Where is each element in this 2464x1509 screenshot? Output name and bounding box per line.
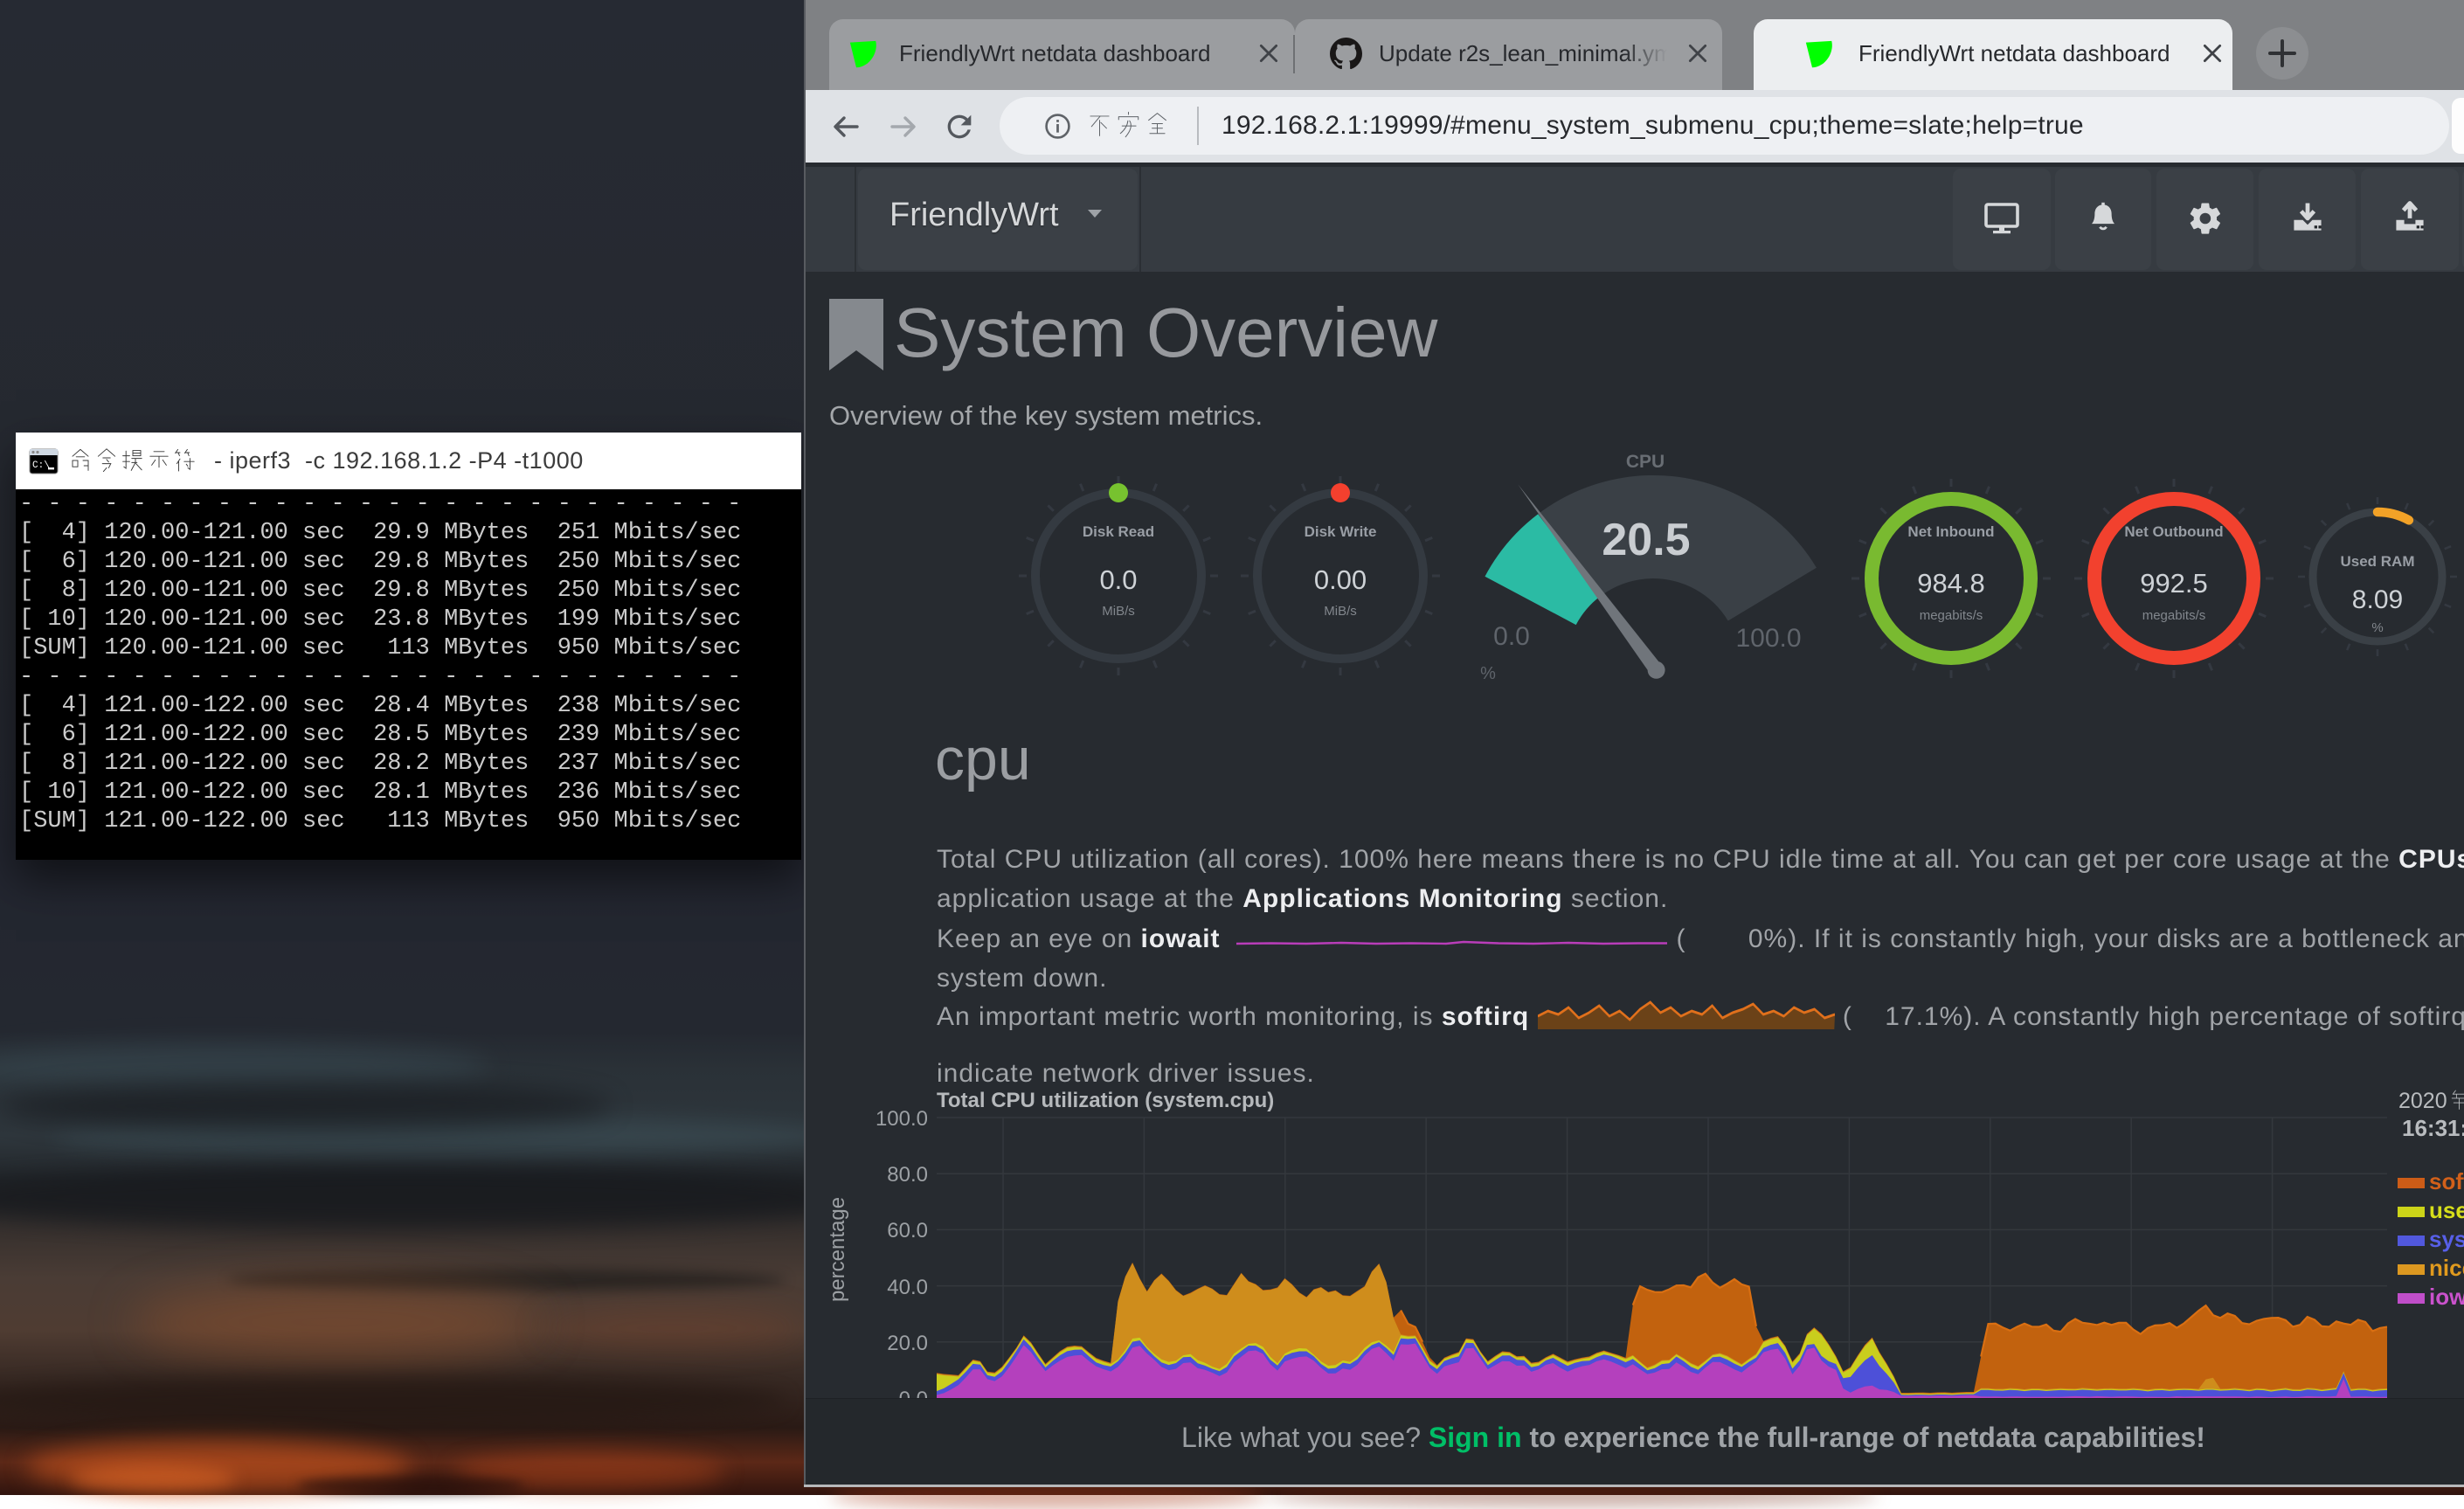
svg-text:C:\: C:\ [32,460,50,471]
